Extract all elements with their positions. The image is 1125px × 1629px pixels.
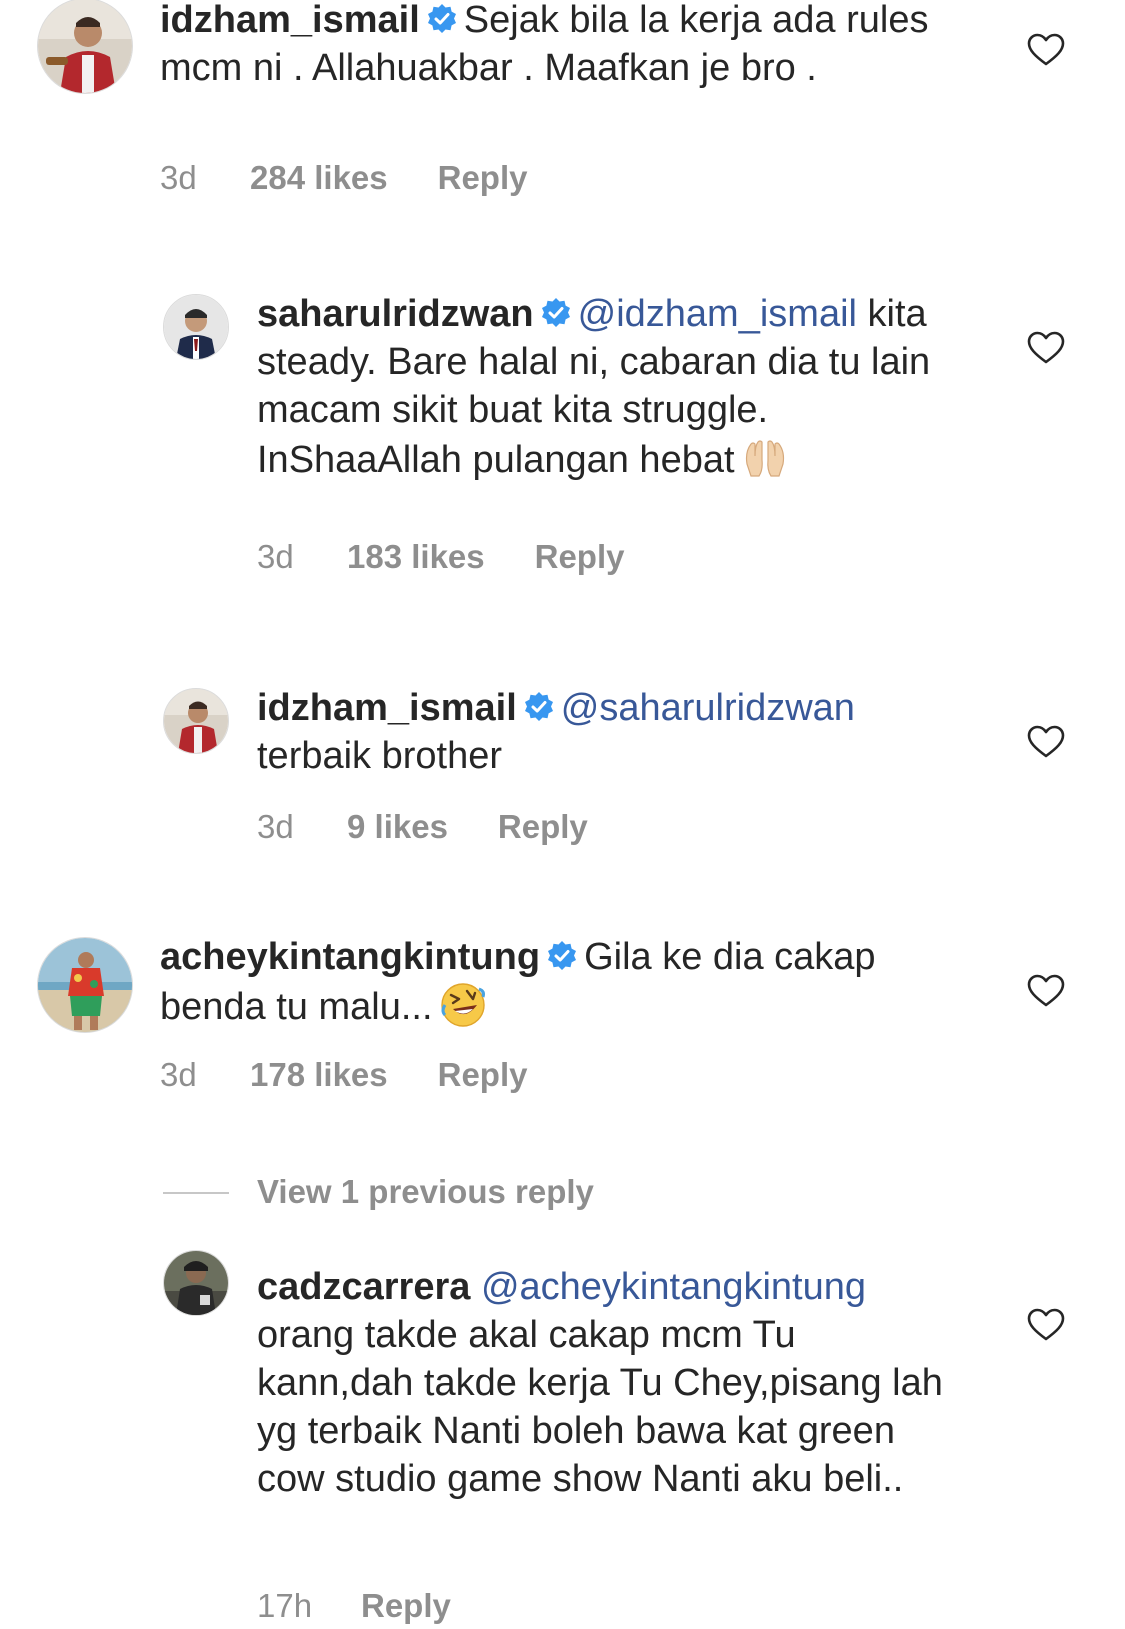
avatar[interactable] [163,294,229,360]
likes-count[interactable]: 9 likes [347,807,448,847]
mention-link[interactable]: @acheykintangkintung [481,1266,866,1308]
comment-meta: 17h Reply [257,1586,451,1626]
comment-body: orang takde akal cakap mcm Tu kann,dah t… [257,1314,943,1500]
heart-outline-icon[interactable] [1027,331,1065,365]
comment-body: terbaik brother [257,735,503,777]
avatar[interactable] [163,688,229,754]
heart-outline-icon[interactable] [1027,725,1065,759]
username-link[interactable]: saharulridzwan [257,293,534,335]
reply-button[interactable]: Reply [438,158,528,198]
comment-text: idzham_ismail @saharulridzwan terbaik bro… [257,684,957,780]
likes-count[interactable]: 178 likes [250,1055,388,1095]
view-previous-label[interactable]: View 1 previous reply [257,1170,594,1214]
mention-link[interactable]: @idzham_ismail [578,293,857,335]
reply-button[interactable]: Reply [498,807,588,847]
comment-meta: 3d 284 likes Reply [160,158,528,198]
timestamp[interactable]: 3d [160,1055,250,1095]
comment-meta: 3d 183 likes Reply [257,537,625,577]
username-link[interactable]: acheykintangkintung [160,936,540,978]
timestamp[interactable]: 3d [257,537,347,577]
timestamp[interactable]: 17h [257,1586,361,1626]
heart-outline-icon[interactable] [1027,33,1065,67]
verified-badge-icon [524,692,553,721]
heart-outline-icon[interactable] [1027,1308,1065,1342]
verified-badge-icon [548,941,577,970]
comment-text: idzham_ismail Sejak bila la kerja ada rul… [160,0,940,92]
avatar[interactable] [163,1250,229,1316]
comment-meta: 3d 9 likes Reply [257,807,588,847]
reply-button[interactable]: Reply [438,1055,528,1095]
reply-button[interactable]: Reply [361,1586,451,1626]
rofl-emoji [440,983,485,1027]
comment-meta: 3d 178 likes Reply [160,1055,528,1095]
likes-count[interactable]: 284 likes [250,158,388,198]
comment-text: acheykintangkintung Gila ke dia cakap ben… [160,933,940,1031]
avatar[interactable] [37,937,133,1033]
verified-badge-icon [541,298,570,327]
timestamp[interactable]: 3d [257,807,347,847]
avatar[interactable] [37,0,133,94]
comment-text: cadzcarrera @acheykintangkintung orang t… [257,1263,957,1503]
username-link[interactable]: cadzcarrera [257,1266,470,1308]
comment-text: saharulridzwan @idzham_ismail kita steady… [257,290,957,484]
reply-button[interactable]: Reply [535,537,625,577]
verified-badge-icon [427,4,456,33]
timestamp[interactable]: 3d [160,158,250,198]
raised-hands-emoji [745,440,784,477]
thread-divider [163,1192,229,1194]
username-link[interactable]: idzham_ismail [257,687,517,729]
mention-link[interactable]: @saharulridzwan [561,687,855,729]
likes-count[interactable]: 183 likes [347,537,485,577]
heart-outline-icon[interactable] [1027,974,1065,1008]
username-link[interactable]: idzham_ismail [160,0,420,41]
view-previous-replies[interactable]: View 1 previous reply [0,1170,1125,1214]
